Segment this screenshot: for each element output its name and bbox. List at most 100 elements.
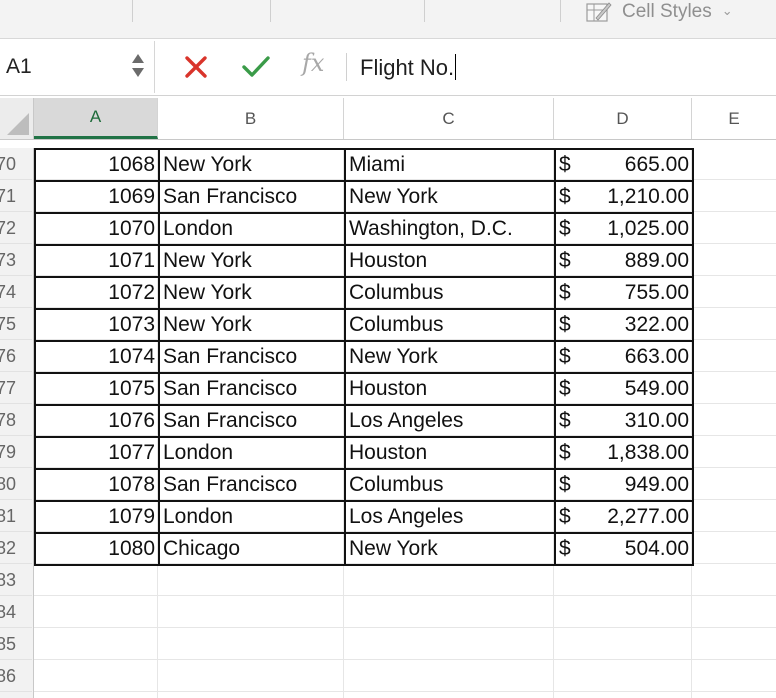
row-header[interactable]: 84 [0, 596, 32, 628]
cell-origin[interactable]: London [158, 500, 346, 534]
cell-destination[interactable]: New York [344, 532, 556, 566]
cell-destination[interactable]: Columbus [344, 276, 556, 310]
cell-origin[interactable]: San Francisco [158, 180, 346, 214]
cell-destination[interactable]: Miami [344, 148, 556, 182]
cell-destination[interactable]: Los Angeles [344, 500, 556, 534]
cell-styles-button[interactable]: Cell Styles ⌄ [586, 0, 733, 24]
cell-amount[interactable]: $889.00 [554, 244, 694, 278]
row-header[interactable]: 86 [0, 660, 32, 692]
cell-destination[interactable]: Houston [344, 244, 556, 278]
column-header-c[interactable]: C [344, 98, 554, 139]
table-row: 1079 London Los Angeles $2,277.00 [34, 500, 694, 534]
formula-input[interactable]: Flight No. [360, 54, 457, 81]
row-header[interactable]: 82 [0, 532, 32, 564]
table-row: 1076 San Francisco Los Angeles $310.00 [34, 404, 694, 438]
currency-symbol: $ [559, 313, 571, 336]
row-header[interactable]: 73 [0, 244, 32, 276]
cell-amount[interactable]: $2,277.00 [554, 500, 694, 534]
cell-amount[interactable]: $322.00 [554, 308, 694, 342]
cell-flight-no[interactable]: 1075 [34, 372, 160, 406]
cell-destination[interactable]: Columbus [344, 308, 556, 342]
column-header-b[interactable]: B [158, 98, 344, 139]
cell-flight-no[interactable]: 1077 [34, 436, 160, 470]
formula-bar: A1 fx Flight No. [0, 39, 776, 96]
cell-flight-no[interactable]: 1076 [34, 404, 160, 438]
text-caret [455, 54, 457, 80]
cell-flight-no[interactable]: 1070 [34, 212, 160, 246]
cell-flight-no[interactable]: 1072 [34, 276, 160, 310]
checkmark-icon[interactable] [240, 53, 272, 81]
column-header-d[interactable]: D [554, 98, 692, 139]
cell-flight-no[interactable]: 1078 [34, 468, 160, 502]
name-box[interactable]: A1 [0, 41, 155, 93]
row-header[interactable]: 70 [0, 148, 32, 180]
cell-flight-no[interactable]: 1069 [34, 180, 160, 214]
cell-destination[interactable]: Columbus [344, 468, 556, 502]
cell-amount[interactable]: $949.00 [554, 468, 694, 502]
cell-origin[interactable]: London [158, 436, 346, 470]
cell-amount[interactable]: $663.00 [554, 340, 694, 374]
amount-value: 889.00 [624, 249, 689, 272]
cell-flight-no[interactable]: 1068 [34, 148, 160, 182]
column-header-e[interactable]: E [692, 98, 776, 139]
cell-amount[interactable]: $549.00 [554, 372, 694, 406]
cell-destination[interactable]: Los Angeles [344, 404, 556, 438]
row-header[interactable]: 76 [0, 340, 32, 372]
spreadsheet-grid[interactable]: 1068 New York Miami $665.00 1069 San Francisc… [34, 148, 776, 698]
cell-destination[interactable]: Washington, D.C. [344, 212, 556, 246]
cell-origin[interactable]: San Francisco [158, 340, 346, 374]
cell-origin[interactable]: New York [158, 148, 346, 182]
row-header[interactable]: 78 [0, 404, 32, 436]
cell-amount[interactable]: $1,838.00 [554, 436, 694, 470]
row-header[interactable]: 71 [0, 180, 32, 212]
close-icon[interactable] [182, 53, 210, 81]
cell-origin[interactable]: New York [158, 244, 346, 278]
row-header[interactable]: 83 [0, 564, 32, 596]
cell-destination[interactable]: Houston [344, 372, 556, 406]
cell-amount[interactable]: $504.00 [554, 532, 694, 566]
cell-flight-no[interactable]: 1080 [34, 532, 160, 566]
amount-value: 755.00 [624, 281, 689, 304]
cell-origin[interactable]: Chicago [158, 532, 346, 566]
ribbon-divider [270, 0, 271, 22]
cell-destination[interactable]: New York [344, 180, 556, 214]
row-header[interactable]: 72 [0, 212, 32, 244]
cell-origin[interactable]: San Francisco [158, 372, 346, 406]
chevron-down-icon [132, 68, 144, 77]
cell-flight-no[interactable]: 1074 [34, 340, 160, 374]
select-all-icon [7, 113, 29, 135]
select-all-button[interactable] [0, 98, 34, 139]
currency-symbol: $ [559, 217, 571, 240]
cell-origin[interactable]: New York [158, 308, 346, 342]
cell-destination[interactable]: New York [344, 340, 556, 374]
cell-origin[interactable]: New York [158, 276, 346, 310]
currency-symbol: $ [559, 153, 571, 176]
row-header[interactable]: 79 [0, 436, 32, 468]
row-header[interactable]: 74 [0, 276, 32, 308]
row-header[interactable]: 85 [0, 628, 32, 660]
row-header[interactable]: 77 [0, 372, 32, 404]
chevron-up-icon [132, 54, 144, 63]
ribbon-divider [424, 0, 425, 22]
cell-amount[interactable]: $1,210.00 [554, 180, 694, 214]
cell-origin[interactable]: San Francisco [158, 404, 346, 438]
row-header[interactable]: 81 [0, 500, 32, 532]
cell-amount[interactable]: $665.00 [554, 148, 694, 182]
formula-controls: fx Flight No. [160, 39, 776, 95]
cell-origin[interactable]: London [158, 212, 346, 246]
cell-destination[interactable]: Houston [344, 436, 556, 470]
cell-origin[interactable]: San Francisco [158, 468, 346, 502]
cell-flight-no[interactable]: 1073 [34, 308, 160, 342]
formula-text: Flight No. [360, 55, 455, 80]
cell-amount[interactable]: $310.00 [554, 404, 694, 438]
cell-flight-no[interactable]: 1079 [34, 500, 160, 534]
cell-amount[interactable]: $1,025.00 [554, 212, 694, 246]
name-box-stepper[interactable] [130, 51, 146, 85]
column-header-a[interactable]: A [34, 98, 158, 139]
cell-flight-no[interactable]: 1071 [34, 244, 160, 278]
row-header[interactable]: 80 [0, 468, 32, 500]
function-button[interactable]: fx [302, 49, 324, 77]
row-header[interactable]: 75 [0, 308, 32, 340]
cell-amount[interactable]: $755.00 [554, 276, 694, 310]
currency-symbol: $ [559, 345, 571, 368]
